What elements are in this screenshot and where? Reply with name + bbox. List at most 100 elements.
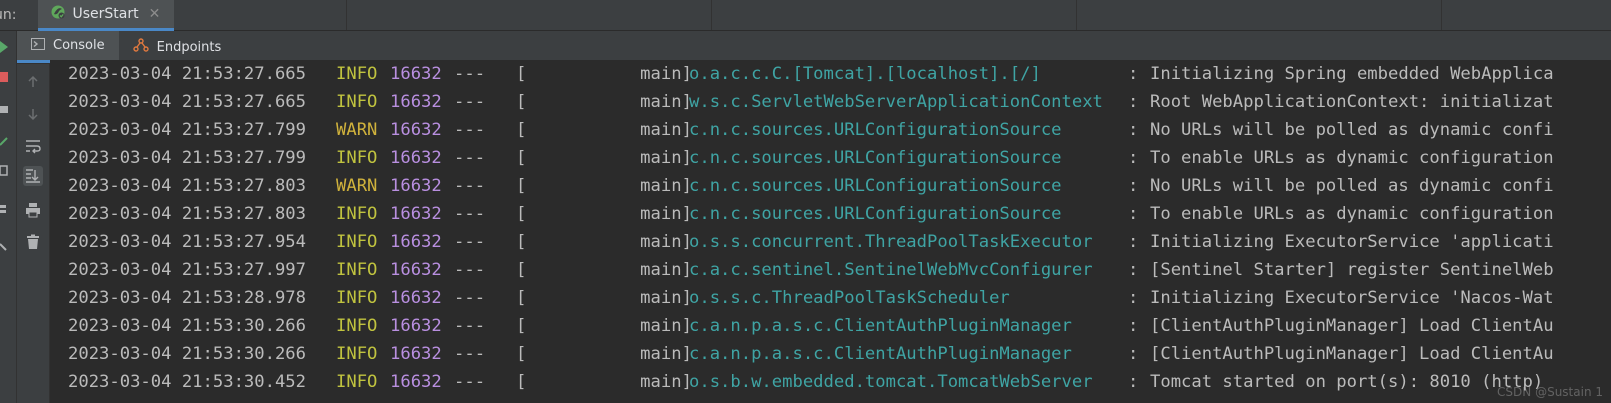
log-timestamp: 2023-03-04 21:53:27.954 bbox=[68, 232, 306, 252]
log-pid: 16632 bbox=[390, 260, 442, 280]
log-message: To enable URLs as dynamic configuration bbox=[1150, 204, 1554, 224]
log-separator: --- bbox=[454, 288, 486, 308]
log-colon: : bbox=[1128, 260, 1139, 280]
stop-icon[interactable] bbox=[0, 71, 12, 83]
print-icon[interactable] bbox=[23, 200, 43, 220]
log-thread: [ main] bbox=[516, 372, 692, 392]
log-separator: --- bbox=[454, 92, 486, 112]
log-colon: : bbox=[1128, 176, 1139, 196]
log-timestamp: 2023-03-04 21:53:27.665 bbox=[68, 92, 306, 112]
tab-console-label: Console bbox=[53, 38, 105, 53]
log-logger: c.n.c.sources.URLConfigurationSource bbox=[689, 204, 1062, 224]
tab-endpoints[interactable]: Endpoints bbox=[119, 31, 236, 63]
log-pid: 16632 bbox=[390, 120, 442, 140]
settings-icon[interactable] bbox=[0, 203, 12, 215]
log-thread: [ main] bbox=[516, 260, 692, 280]
log-level: INFO bbox=[336, 288, 378, 308]
log-level: WARN bbox=[336, 120, 378, 140]
log-timestamp: 2023-03-04 21:53:27.803 bbox=[68, 176, 306, 196]
camera-icon[interactable] bbox=[0, 103, 12, 115]
log-colon: : bbox=[1128, 288, 1139, 308]
run-label: un: bbox=[0, 7, 17, 23]
log-pid: 16632 bbox=[390, 344, 442, 364]
log-level: INFO bbox=[336, 260, 378, 280]
log-colon: : bbox=[1128, 120, 1139, 140]
log-level: WARN bbox=[336, 176, 378, 196]
log-separator: --- bbox=[454, 64, 486, 84]
log-separator: --- bbox=[454, 204, 486, 224]
log-message: Root WebApplicationContext: initializat bbox=[1150, 92, 1554, 112]
rerun-icon[interactable] bbox=[0, 41, 12, 53]
log-level: INFO bbox=[336, 92, 378, 112]
console-action-gutter bbox=[17, 64, 50, 403]
log-separator: --- bbox=[454, 148, 486, 168]
log-timestamp: 2023-03-04 21:53:28.978 bbox=[68, 288, 306, 308]
log-separator: --- bbox=[454, 260, 486, 280]
scroll-to-end-icon[interactable] bbox=[23, 166, 43, 186]
log-level: INFO bbox=[336, 64, 378, 84]
layout-icon[interactable] bbox=[0, 165, 12, 177]
arrow-up-icon[interactable] bbox=[23, 72, 43, 92]
log-thread: [ main] bbox=[516, 92, 692, 112]
soft-wrap-icon[interactable] bbox=[23, 136, 43, 156]
log-separator: --- bbox=[454, 232, 486, 252]
log-message: To enable URLs as dynamic configuration bbox=[1150, 148, 1554, 168]
log-colon: : bbox=[1128, 64, 1139, 84]
log-pid: 16632 bbox=[390, 92, 442, 112]
log-logger: o.s.b.w.embedded.tomcat.TomcatWebServer bbox=[689, 372, 1093, 392]
log-thread: [ main] bbox=[516, 344, 692, 364]
log-level: INFO bbox=[336, 344, 378, 364]
log-timestamp: 2023-03-04 21:53:30.266 bbox=[68, 316, 306, 336]
log-message: [Sentinel Starter] register SentinelWeb bbox=[1150, 260, 1554, 280]
log-logger: c.n.c.sources.URLConfigurationSource bbox=[689, 148, 1062, 168]
spring-boot-icon bbox=[50, 4, 66, 24]
log-message: [ClientAuthPluginManager] Load ClientAu bbox=[1150, 316, 1554, 336]
log-colon: : bbox=[1128, 204, 1139, 224]
run-tab-label: UserStart bbox=[72, 6, 139, 22]
log-pid: 16632 bbox=[390, 288, 442, 308]
log-pid: 16632 bbox=[390, 176, 442, 196]
log-timestamp: 2023-03-04 21:53:27.799 bbox=[68, 120, 306, 140]
run-tool-bar: un: UserStart ✕ bbox=[0, 0, 1611, 31]
trash-icon[interactable] bbox=[23, 232, 43, 252]
arrow-down-icon[interactable] bbox=[23, 104, 43, 124]
console-output[interactable]: 2023-03-04 21:53:27.665 INFO 16632 --- [ mai… bbox=[50, 60, 1611, 403]
run-tab-userstart[interactable]: UserStart ✕ bbox=[38, 0, 175, 31]
log-thread: [ main] bbox=[516, 288, 692, 308]
restore-layout-icon[interactable] bbox=[0, 135, 12, 147]
divider bbox=[346, 0, 347, 30]
log-logger: c.a.c.sentinel.SentinelWebMvcConfigurer bbox=[689, 260, 1093, 280]
log-timestamp: 2023-03-04 21:53:27.799 bbox=[68, 148, 306, 168]
log-logger: c.a.n.p.a.s.c.ClientAuthPluginManager bbox=[689, 344, 1072, 364]
log-logger: o.a.c.c.C.[Tomcat].[localhost].[/] bbox=[689, 64, 1041, 84]
log-level: INFO bbox=[336, 316, 378, 336]
log-thread: [ main] bbox=[516, 316, 692, 336]
log-pid: 16632 bbox=[390, 204, 442, 224]
log-logger: c.a.n.p.a.s.c.ClientAuthPluginManager bbox=[689, 316, 1072, 336]
console-icon bbox=[31, 37, 45, 55]
log-message: Initializing ExecutorService 'applicati bbox=[1150, 232, 1554, 252]
log-separator: --- bbox=[454, 176, 486, 196]
log-thread: [ main] bbox=[516, 176, 692, 196]
log-colon: : bbox=[1128, 232, 1139, 252]
log-logger: w.s.c.ServletWebServerApplicationContext bbox=[689, 92, 1103, 112]
log-thread: [ main] bbox=[516, 232, 692, 252]
pin-icon[interactable] bbox=[0, 241, 12, 253]
log-timestamp: 2023-03-04 21:53:27.997 bbox=[68, 260, 306, 280]
log-separator: --- bbox=[454, 344, 486, 364]
log-message: No URLs will be polled as dynamic confi bbox=[1150, 176, 1554, 196]
log-message: No URLs will be polled as dynamic confi bbox=[1150, 120, 1554, 140]
log-timestamp: 2023-03-04 21:53:27.665 bbox=[68, 64, 306, 84]
tab-endpoints-label: Endpoints bbox=[156, 39, 222, 55]
log-separator: --- bbox=[454, 120, 486, 140]
log-thread: [ main] bbox=[516, 120, 692, 140]
log-pid: 16632 bbox=[390, 232, 442, 252]
log-level: INFO bbox=[336, 148, 378, 168]
log-colon: : bbox=[1128, 316, 1139, 336]
log-pid: 16632 bbox=[390, 64, 442, 84]
log-logger: c.n.c.sources.URLConfigurationSource bbox=[689, 120, 1062, 140]
run-side-toolbar bbox=[0, 31, 17, 403]
log-pid: 16632 bbox=[390, 316, 442, 336]
close-icon[interactable]: ✕ bbox=[149, 6, 161, 22]
tab-console[interactable]: Console bbox=[17, 31, 119, 63]
